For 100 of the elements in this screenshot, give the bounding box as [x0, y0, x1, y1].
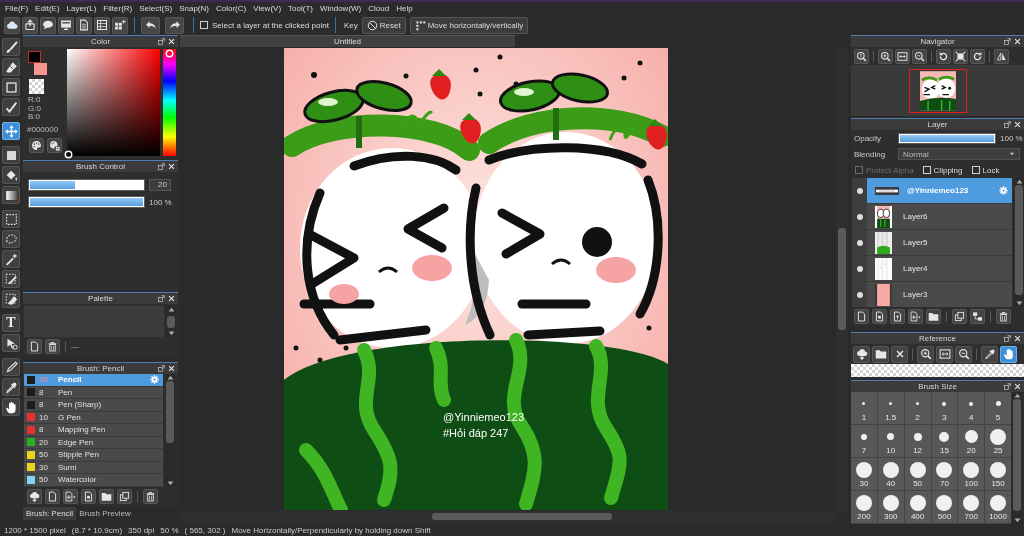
layer-action-button[interactable]	[952, 309, 967, 324]
brush-size-cell[interactable]: 700	[958, 491, 985, 523]
toolbar-button[interactable]	[22, 16, 38, 34]
reference-tool-button[interactable]	[891, 345, 908, 363]
gear-icon[interactable]	[150, 375, 159, 385]
brush-size-cell[interactable]: 10	[877, 425, 904, 457]
close-icon[interactable]	[168, 163, 175, 170]
picker-ring-icon[interactable]	[63, 150, 73, 159]
brush-size-cell[interactable]: 20	[958, 425, 985, 457]
tool-button[interactable]	[2, 210, 20, 228]
hue-ring-icon[interactable]	[165, 48, 175, 58]
scrollbar-thumb[interactable]	[838, 228, 846, 330]
size-input[interactable]: 20	[149, 179, 171, 191]
tool-button[interactable]	[2, 378, 20, 396]
scrollbar-thumb[interactable]	[1015, 185, 1023, 295]
scroll-up-icon[interactable]	[167, 307, 175, 312]
reference-tool-button[interactable]	[981, 345, 998, 363]
layer-row[interactable]: Layer3	[852, 282, 1012, 307]
reference-tool-button[interactable]	[955, 345, 972, 363]
scrollbar[interactable]	[1014, 178, 1024, 307]
brush-size-cell[interactable]: 50	[904, 458, 931, 490]
close-icon[interactable]	[168, 295, 175, 302]
navigator-button[interactable]	[994, 48, 1009, 64]
brush-size-cell[interactable]: 25	[985, 425, 1011, 457]
background-swatch-icon[interactable]	[34, 63, 47, 75]
tool-button[interactable]	[2, 78, 20, 96]
menu-item[interactable]: File(F)	[2, 3, 32, 14]
hue-slider[interactable]	[163, 49, 176, 156]
redo-button[interactable]	[165, 16, 184, 34]
brush-action-button[interactable]	[99, 489, 114, 504]
brush-size-cell[interactable]: 2	[904, 392, 931, 424]
navigator-button[interactable]	[895, 48, 910, 64]
brush-size-cell[interactable]: 1000	[985, 491, 1011, 523]
brush-size-cell[interactable]: 1.5	[877, 392, 904, 424]
brush-list-item[interactable]: 8 Mapping Pen	[24, 424, 163, 437]
scrollbar-thumb[interactable]	[432, 513, 612, 520]
tool-button[interactable]	[2, 58, 20, 76]
visibility-toggle[interactable]	[852, 256, 867, 281]
brush-size-cell[interactable]: 12	[904, 425, 931, 457]
navigator-button[interactable]	[953, 48, 968, 64]
layer-action-button[interactable]	[890, 309, 905, 324]
brush-size-cell[interactable]: 40	[877, 458, 904, 490]
tool-button[interactable]	[2, 98, 20, 116]
scrollbar-thumb[interactable]	[166, 381, 174, 443]
layer-action-button[interactable]	[970, 309, 985, 324]
tool-button[interactable]	[2, 166, 20, 184]
scrollbar[interactable]	[1012, 392, 1022, 524]
tool-button[interactable]	[2, 146, 20, 164]
tool-button[interactable]	[2, 358, 20, 376]
tool-button[interactable]	[2, 38, 20, 56]
reference-tool-button[interactable]	[1000, 345, 1017, 363]
reference-tool-button[interactable]	[872, 345, 889, 363]
brush-list-item[interactable]: 8 Pen (Sharp)	[24, 399, 163, 412]
undock-icon[interactable]	[158, 38, 165, 45]
brush-size-cell[interactable]: 3	[931, 392, 958, 424]
close-icon[interactable]	[1014, 383, 1021, 390]
brush-size-cell[interactable]: 15	[931, 425, 958, 457]
document-tab[interactable]: Untitled	[180, 35, 515, 47]
brush-size-cell[interactable]: 30	[851, 458, 877, 490]
layer-row[interactable]: Layer6	[852, 204, 1012, 229]
brush-size-cell[interactable]: 300	[877, 491, 904, 523]
reference-tool-button[interactable]	[853, 345, 870, 363]
menu-item[interactable]: Filter(R)	[100, 3, 136, 14]
navigator-button[interactable]	[936, 48, 951, 64]
menu-item[interactable]: Color(C)	[212, 3, 250, 14]
undock-icon[interactable]	[158, 295, 165, 302]
undock-icon[interactable]	[1004, 121, 1011, 128]
size-slider[interactable]	[28, 179, 145, 191]
layer-action-button[interactable]	[926, 309, 941, 324]
tool-button[interactable]	[2, 334, 20, 352]
navigator-button[interactable]	[970, 48, 985, 64]
brush-size-cell[interactable]: 7	[851, 425, 877, 457]
close-icon[interactable]	[168, 365, 175, 372]
reference-tool-button[interactable]	[936, 345, 953, 363]
delete-palette-button[interactable]	[45, 338, 60, 354]
undo-button[interactable]	[141, 16, 160, 34]
foreground-swatch-icon[interactable]	[28, 51, 41, 63]
menu-item[interactable]: Select(S)	[136, 3, 176, 14]
layer-action-button[interactable]	[908, 309, 923, 324]
tool-button[interactable]	[2, 270, 20, 288]
palette-grid-button[interactable]	[47, 137, 62, 153]
palette-button[interactable]	[29, 137, 44, 153]
brush-size-cell[interactable]: 70	[931, 458, 958, 490]
scrollbar[interactable]	[165, 374, 175, 487]
brush-size-cell[interactable]: 100	[958, 458, 985, 490]
brush-action-button[interactable]	[45, 489, 60, 504]
tool-button[interactable]: T	[2, 314, 20, 332]
color-picker-field[interactable]	[66, 49, 161, 156]
menu-item[interactable]: Tool(T)	[285, 3, 316, 14]
toolbar-button[interactable]	[76, 16, 92, 34]
menu-item[interactable]: Layer(L)	[63, 3, 100, 14]
toolbar-button[interactable]	[4, 16, 20, 34]
tool-button[interactable]	[2, 250, 20, 268]
navigator-button[interactable]	[912, 48, 927, 64]
menu-item[interactable]: Window(W)	[316, 3, 365, 14]
menu-item[interactable]: Snap(N)	[176, 3, 212, 14]
scroll-down-icon[interactable]	[167, 331, 175, 336]
undock-icon[interactable]	[1004, 38, 1011, 45]
layer-action-button[interactable]	[854, 309, 869, 324]
gear-icon[interactable]	[999, 186, 1008, 195]
